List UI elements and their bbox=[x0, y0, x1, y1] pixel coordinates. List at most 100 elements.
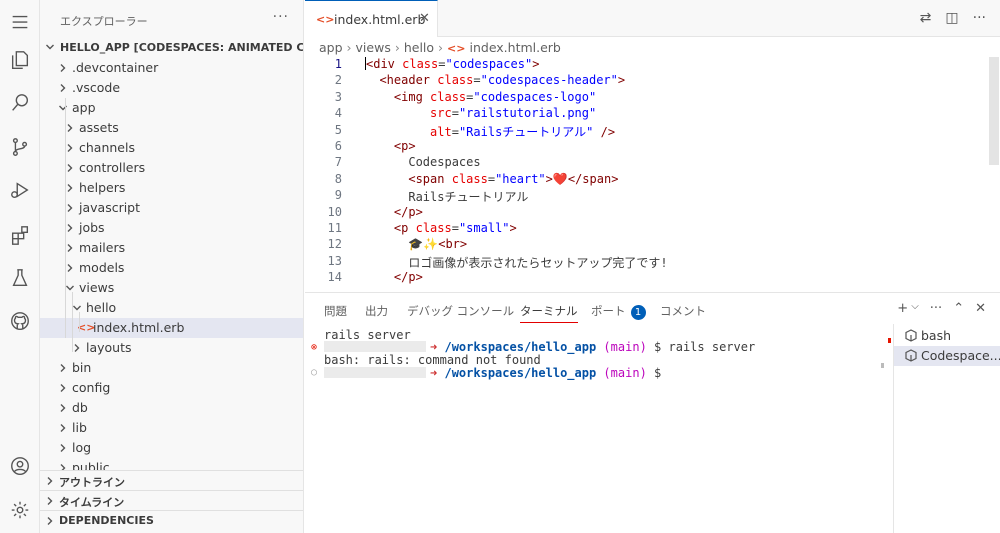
editor-scrollbar[interactable] bbox=[989, 57, 999, 165]
testing-icon[interactable] bbox=[6, 264, 34, 292]
tree-folder-item[interactable]: log bbox=[40, 438, 303, 458]
explorer-icon[interactable] bbox=[6, 46, 34, 74]
tab-comments[interactable]: コメント bbox=[660, 303, 706, 319]
code-token: "codespaces-logo" bbox=[473, 89, 597, 104]
tree-folder-item[interactable]: javascript bbox=[40, 198, 303, 218]
code-token: "small" bbox=[458, 221, 510, 235]
run-debug-icon[interactable] bbox=[6, 176, 34, 204]
tree-folder-item[interactable]: .devcontainer bbox=[40, 58, 303, 78]
tree-item-label: layouts bbox=[86, 340, 132, 355]
code-line: 2 <header class="codespaces-header"> bbox=[305, 73, 995, 89]
tree-item-label: controllers bbox=[79, 160, 146, 175]
code-line: 9 Railsチュートリアル bbox=[305, 188, 995, 204]
more-actions-icon[interactable]: ··· bbox=[973, 10, 986, 26]
project-root-folder[interactable]: HELLO_APP [CODESPACES: ANIMATED COD] bbox=[40, 38, 303, 58]
split-editor-icon[interactable]: ◫ bbox=[945, 10, 958, 26]
code-token: 🎓✨ bbox=[365, 237, 439, 252]
code-token: <img bbox=[393, 89, 431, 104]
tree-folder-item[interactable]: assets bbox=[40, 118, 303, 138]
tab-terminal[interactable]: ターミナル bbox=[520, 303, 578, 323]
explorer-sidebar: エクスプローラー ··· HELLO_APP [CODESPACES: ANIM… bbox=[40, 0, 304, 533]
error-status-icon: ⊗ bbox=[311, 342, 318, 353]
tree-folder-item[interactable]: models bbox=[40, 258, 303, 278]
breadcrumb-item[interactable]: index.html.erb bbox=[469, 40, 560, 55]
tab-output[interactable]: 出力 bbox=[365, 303, 388, 319]
tab-ports[interactable]: ポート 1 bbox=[591, 303, 646, 320]
tab-problems[interactable]: 問題 bbox=[324, 303, 347, 319]
outline-section[interactable]: アウトライン bbox=[40, 470, 303, 490]
terminal-prompt-line: ➜ /workspaces/hello_app (main) $ rails s… bbox=[324, 340, 755, 354]
menu-icon[interactable] bbox=[6, 8, 34, 36]
tree-item-label: mailers bbox=[79, 240, 126, 255]
redacted-user bbox=[324, 367, 426, 378]
gear-icon[interactable] bbox=[6, 496, 34, 524]
tree-folder-item[interactable]: bin bbox=[40, 358, 303, 378]
terminal-list: bash Codespace... bbox=[893, 324, 1000, 533]
redacted-user bbox=[324, 341, 426, 352]
tree-folder-item[interactable]: controllers bbox=[40, 158, 303, 178]
chevron-right-icon bbox=[58, 363, 68, 373]
line-number: 9 bbox=[334, 188, 342, 203]
erb-file-icon: <> bbox=[316, 13, 335, 26]
tree-folder-item[interactable]: layouts bbox=[40, 338, 303, 358]
search-icon[interactable] bbox=[6, 89, 34, 117]
chevron-right-icon bbox=[58, 83, 68, 93]
timeline-section[interactable]: タイムライン bbox=[40, 490, 303, 510]
prompt-symbol: $ bbox=[654, 340, 662, 354]
code-editor[interactable]: 1 <div class="codespaces"> 2 <header class… bbox=[305, 57, 995, 292]
tree-folder-item[interactable]: config bbox=[40, 378, 303, 398]
source-control-icon[interactable] bbox=[6, 133, 34, 161]
compare-changes-icon[interactable]: ⇄ bbox=[920, 10, 932, 26]
code-token: class bbox=[451, 171, 488, 186]
tree-folder-item[interactable]: views bbox=[40, 278, 303, 298]
tree-item-label: helpers bbox=[79, 180, 126, 195]
chevron-down-icon bbox=[58, 103, 68, 113]
account-icon[interactable] bbox=[6, 452, 34, 480]
terminal-item-codespace[interactable]: Codespace... bbox=[894, 346, 1000, 366]
new-terminal-icon[interactable]: + bbox=[897, 301, 908, 316]
tree-folder-item[interactable]: channels bbox=[40, 138, 303, 158]
code-line: 11 <p class="small"> bbox=[305, 221, 995, 237]
tree-folder-item[interactable]: lib bbox=[40, 418, 303, 438]
chevron-right-icon bbox=[58, 383, 68, 393]
branch-paren: ) bbox=[639, 340, 647, 354]
extensions-icon[interactable] bbox=[6, 221, 34, 249]
chevron-down-icon[interactable]: ⌵ bbox=[911, 301, 919, 316]
github-icon[interactable] bbox=[6, 307, 34, 335]
close-icon[interactable]: ✕ bbox=[975, 301, 986, 316]
code-token: ロゴ画像が表示されたらセットアップ完了です! bbox=[365, 255, 668, 270]
tree-folder-item[interactable]: db bbox=[40, 398, 303, 418]
code-token: > bbox=[509, 221, 517, 235]
tree-folder-item[interactable]: mailers bbox=[40, 238, 303, 258]
tree-item-label: index.html.erb bbox=[93, 320, 185, 335]
breadcrumb-item[interactable]: app bbox=[319, 40, 343, 55]
git-branch: main bbox=[610, 366, 640, 380]
tree-item-label: app bbox=[72, 100, 96, 115]
chevron-right-icon bbox=[65, 183, 75, 193]
code-token: = bbox=[487, 171, 496, 186]
line-number: 13 bbox=[327, 253, 342, 268]
tree-folder-item[interactable]: .vscode bbox=[40, 78, 303, 98]
more-actions-icon[interactable]: ··· bbox=[930, 301, 942, 316]
terminal-item-bash[interactable]: bash bbox=[894, 326, 1000, 346]
tab-debug-console[interactable]: デバッグ コンソール bbox=[407, 303, 514, 319]
maximize-panel-icon[interactable]: ⌃ bbox=[953, 301, 964, 316]
tree-folder-item[interactable]: app bbox=[40, 98, 303, 118]
tree-folder-item[interactable]: helpers bbox=[40, 178, 303, 198]
close-icon[interactable]: ✕ bbox=[419, 11, 430, 26]
dependencies-section[interactable]: DEPENDENCIES bbox=[40, 510, 303, 530]
breadcrumb-item[interactable]: views bbox=[356, 40, 391, 55]
code-token: "heart" bbox=[495, 171, 546, 186]
code-text: <header class="codespaces-header"> bbox=[365, 73, 625, 87]
tree-folder-item[interactable]: jobs bbox=[40, 218, 303, 238]
tab-index-html-erb[interactable]: <> index.html.erb ✕ bbox=[305, 0, 438, 37]
breadcrumb-item[interactable]: hello bbox=[404, 40, 434, 55]
line-number: 1 bbox=[334, 57, 342, 71]
chevron-down-icon bbox=[45, 42, 55, 52]
more-actions-icon[interactable]: ··· bbox=[273, 9, 289, 25]
tree-item-label: models bbox=[79, 260, 125, 275]
